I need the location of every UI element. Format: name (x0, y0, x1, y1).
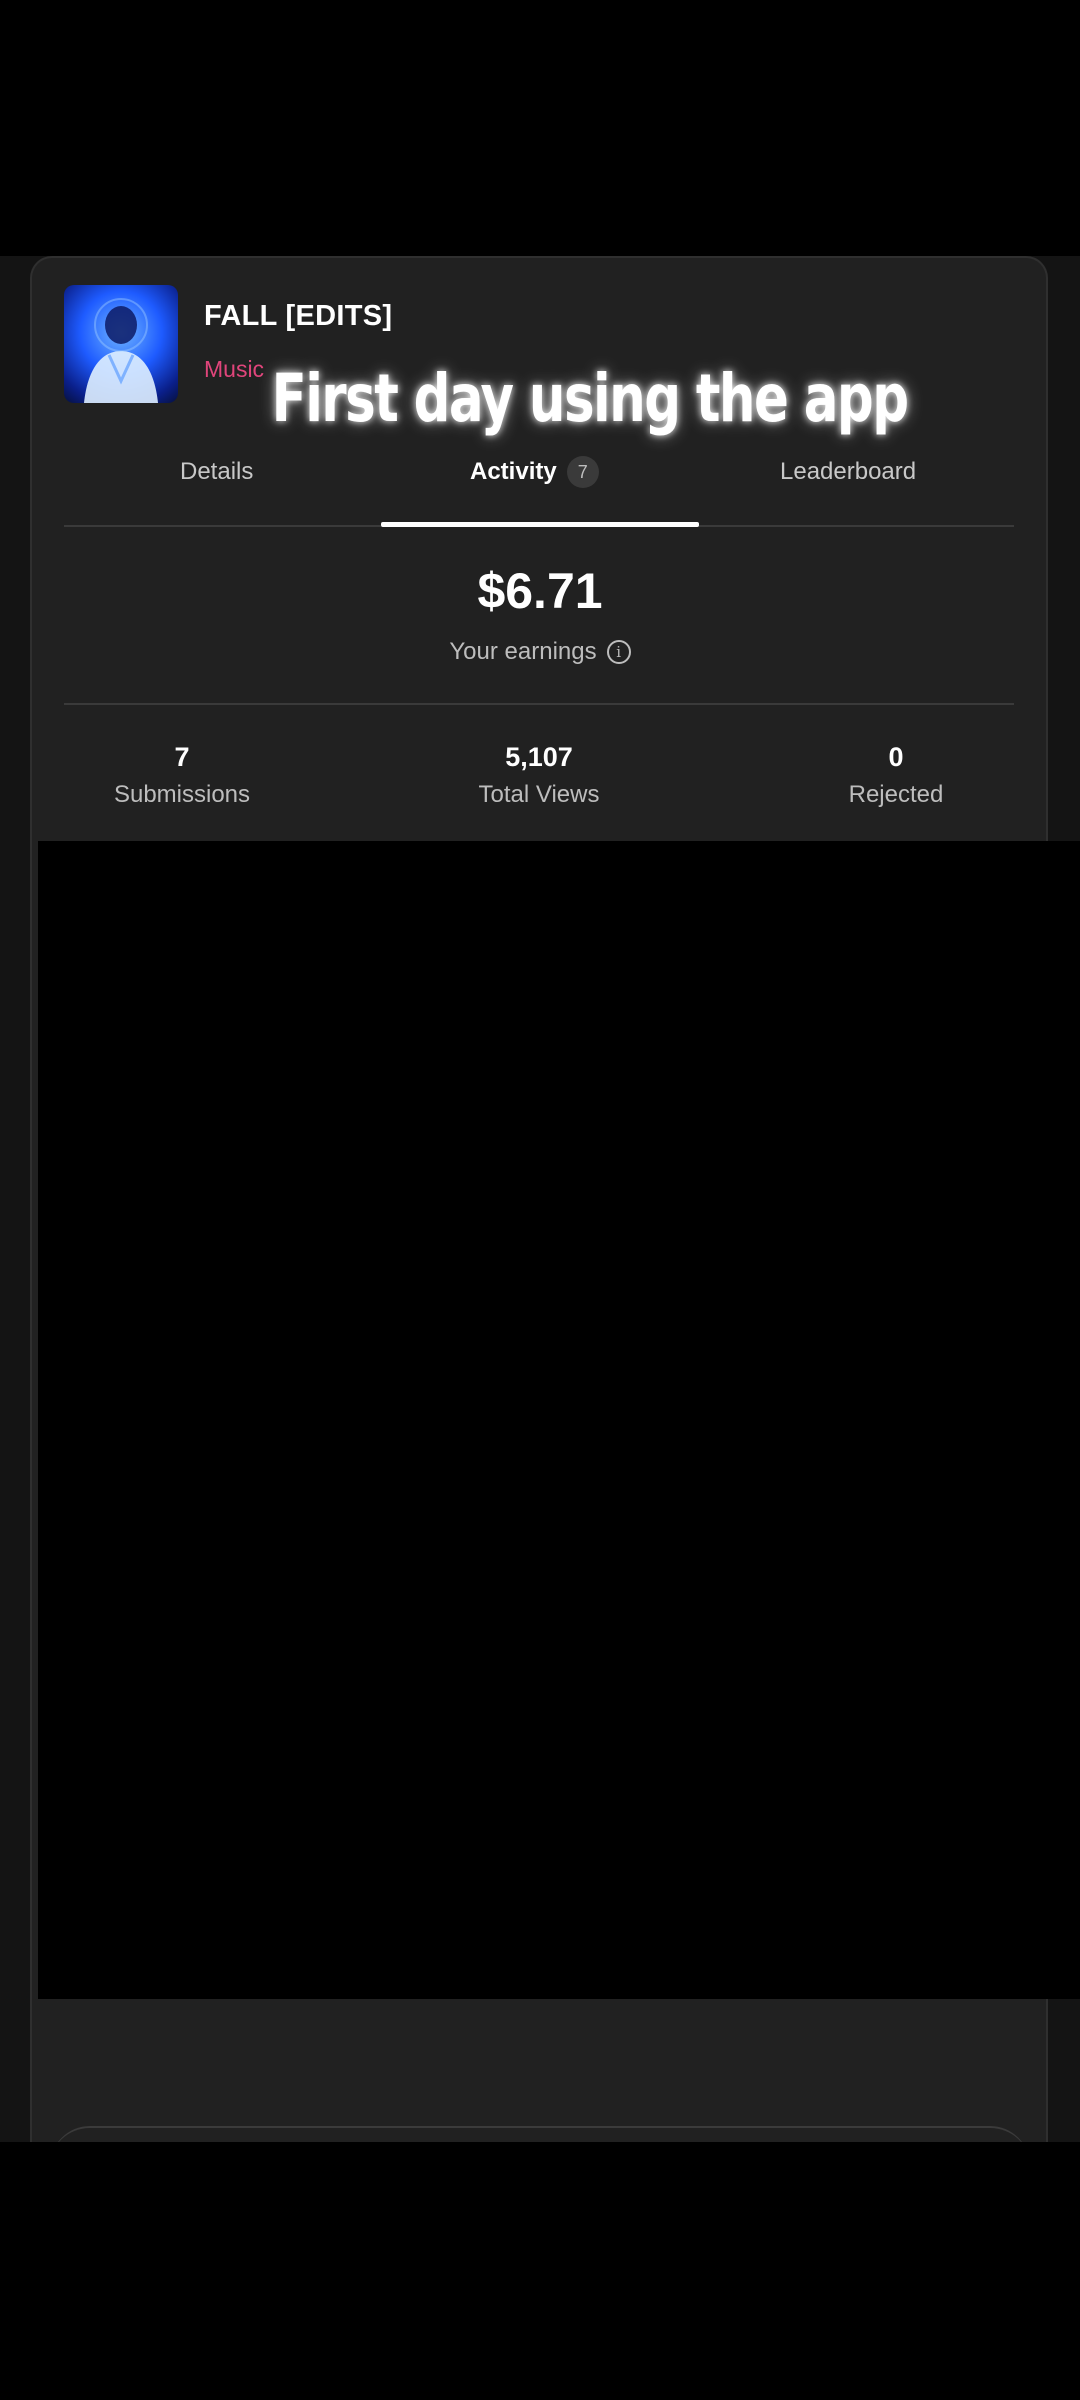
stats-divider (64, 703, 1014, 705)
stat-total-views: 5,107 Total Views (389, 740, 689, 810)
tab-activity-count-badge: 7 (566, 456, 599, 488)
info-icon[interactable]: i (606, 640, 631, 664)
active-tab-indicator (381, 522, 699, 527)
tab-details-label: Details (180, 458, 254, 485)
redacted-content-area (38, 841, 1080, 1999)
earnings-amount: $6.71 (477, 563, 603, 619)
tab-activity-label: Activity (470, 458, 557, 485)
stat-rejected: 0 Rejected (746, 740, 1046, 810)
earnings-label-row: Your earnings i (0, 638, 1080, 666)
tab-leaderboard[interactable]: Leaderboard (780, 452, 916, 492)
tab-activity[interactable]: Activity 7 (470, 452, 599, 492)
stat-rejected-value: 0 (888, 742, 904, 772)
campaign-title: FALL [EDITS] (204, 300, 393, 332)
stat-total-views-label: Total Views (478, 781, 600, 808)
earnings-label: Your earnings (449, 638, 597, 665)
tab-leaderboard-label: Leaderboard (780, 458, 917, 485)
tab-details[interactable]: Details (180, 452, 253, 492)
video-caption-overlay: First day using the app (271, 360, 909, 437)
bottom-letterbox (0, 2142, 1080, 2400)
page: FALL [EDITS] Music Details Activity 7 Le… (0, 0, 1080, 2400)
stat-rejected-label: Rejected (848, 781, 944, 808)
stat-submissions-value: 7 (174, 742, 190, 772)
stat-total-views-value: 5,107 (505, 742, 573, 772)
stat-submissions-label: Submissions (113, 781, 251, 808)
stat-submissions: 7 Submissions (32, 740, 332, 810)
